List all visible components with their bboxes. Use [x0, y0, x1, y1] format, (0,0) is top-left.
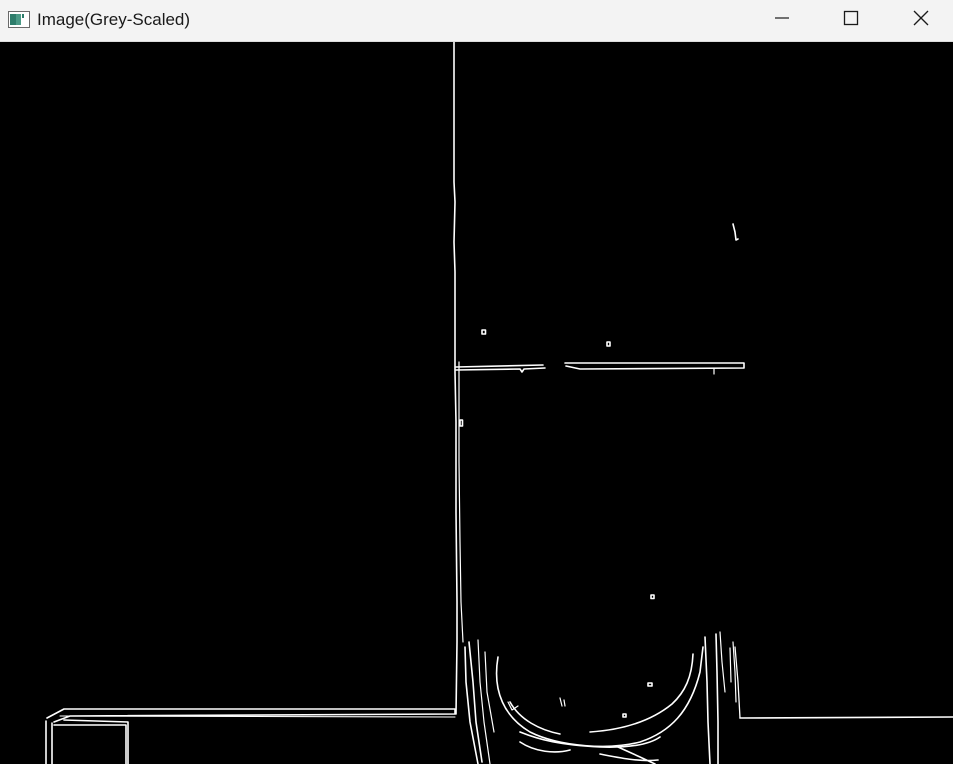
edge-dot-5	[647, 682, 653, 687]
image-window: Image(Grey-Scaled)	[0, 0, 953, 764]
edge-dot-2	[606, 341, 611, 347]
edge-ledge-top	[46, 708, 456, 723]
app-icon	[8, 11, 30, 28]
edge-shelf-left	[455, 364, 546, 373]
minimize-icon	[774, 10, 790, 31]
edge-floor-right	[739, 716, 953, 719]
edge-vertical-inner	[458, 361, 464, 643]
edge-dot-1	[481, 329, 487, 335]
edge-bowl-inner	[509, 653, 694, 735]
edge-stem-right-2	[719, 631, 737, 703]
maximize-button[interactable]	[816, 0, 885, 41]
window-title: Image(Grey-Scaled)	[37, 10, 191, 29]
edge-ledge-box	[45, 719, 129, 764]
title-bar[interactable]: Image(Grey-Scaled)	[0, 0, 953, 42]
edge-shelf-right	[564, 362, 745, 370]
edge-stem-right	[704, 633, 719, 764]
image-canvas	[0, 42, 953, 764]
edge-ledge-inner	[59, 715, 456, 718]
close-button[interactable]	[886, 0, 953, 41]
edge-stem-left-2	[477, 639, 495, 764]
edge-mark-top-right	[732, 223, 739, 241]
minimize-button[interactable]	[747, 0, 816, 41]
maximize-icon	[843, 10, 859, 31]
edge-vertical-main	[453, 42, 458, 715]
edge-dot-4	[650, 594, 655, 600]
edge-image	[45, 42, 953, 764]
edge-dot-3	[459, 419, 464, 427]
close-icon	[913, 10, 929, 31]
edge-dot-6	[622, 713, 627, 718]
edge-bowl-rim	[519, 731, 661, 748]
edge-splash	[507, 697, 566, 711]
